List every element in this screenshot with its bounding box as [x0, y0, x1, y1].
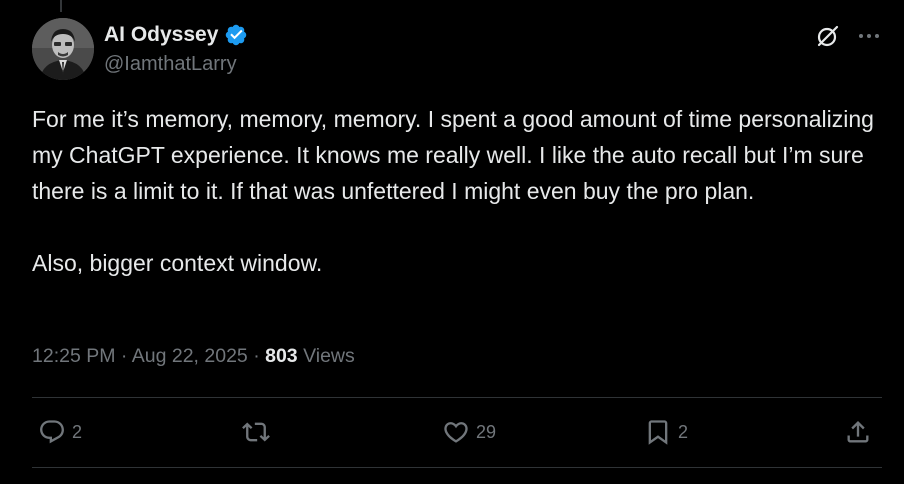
- share-button[interactable]: [844, 418, 872, 446]
- thread-connector-line: [60, 0, 62, 12]
- like-count: 29: [476, 422, 497, 442]
- meta-separator: ·: [120, 345, 128, 367]
- grok-icon[interactable]: [814, 22, 842, 50]
- avatar-image: [32, 18, 94, 80]
- reply-button[interactable]: 2: [38, 418, 82, 446]
- heart-icon: [444, 422, 468, 443]
- divider-bottom: [32, 467, 882, 468]
- retweet-icon: [242, 422, 270, 442]
- views-count: 803: [265, 345, 298, 367]
- bookmark-count: 2: [678, 422, 689, 442]
- tweet-paragraph: For me it’s memory, memory, memory. I sp…: [32, 106, 874, 204]
- views-label: Views: [303, 345, 355, 367]
- tweet-date[interactable]: Aug 22, 2025: [132, 345, 248, 367]
- like-button[interactable]: 29: [442, 418, 496, 446]
- tweet-time[interactable]: 12:25 PM: [32, 345, 115, 367]
- author-name-row: AI Odyssey: [104, 22, 248, 48]
- share-icon: [847, 421, 869, 443]
- reply-count: 2: [72, 422, 83, 442]
- tweet-text: For me it’s memory, memory, memory. I sp…: [32, 101, 882, 281]
- reply-icon: [40, 420, 64, 444]
- divider-top: [32, 397, 882, 398]
- meta-separator: ·: [253, 345, 260, 367]
- author-display-name[interactable]: AI Odyssey: [104, 22, 218, 48]
- retweet-button[interactable]: [242, 418, 276, 446]
- verified-badge-icon: [226, 24, 247, 46]
- avatar[interactable]: [32, 18, 94, 80]
- more-options-icon[interactable]: [856, 24, 882, 48]
- tweet-metadata: 12:25 PM · Aug 22, 2025 · 803 Views: [32, 342, 355, 370]
- bookmark-icon: [648, 420, 668, 445]
- author-handle[interactable]: @IamthatLarry: [104, 51, 237, 77]
- tweet-paragraph: Also, bigger context window.: [32, 250, 323, 276]
- bookmark-button[interactable]: 2: [644, 418, 688, 446]
- action-bar: 2 29 2: [0, 418, 904, 450]
